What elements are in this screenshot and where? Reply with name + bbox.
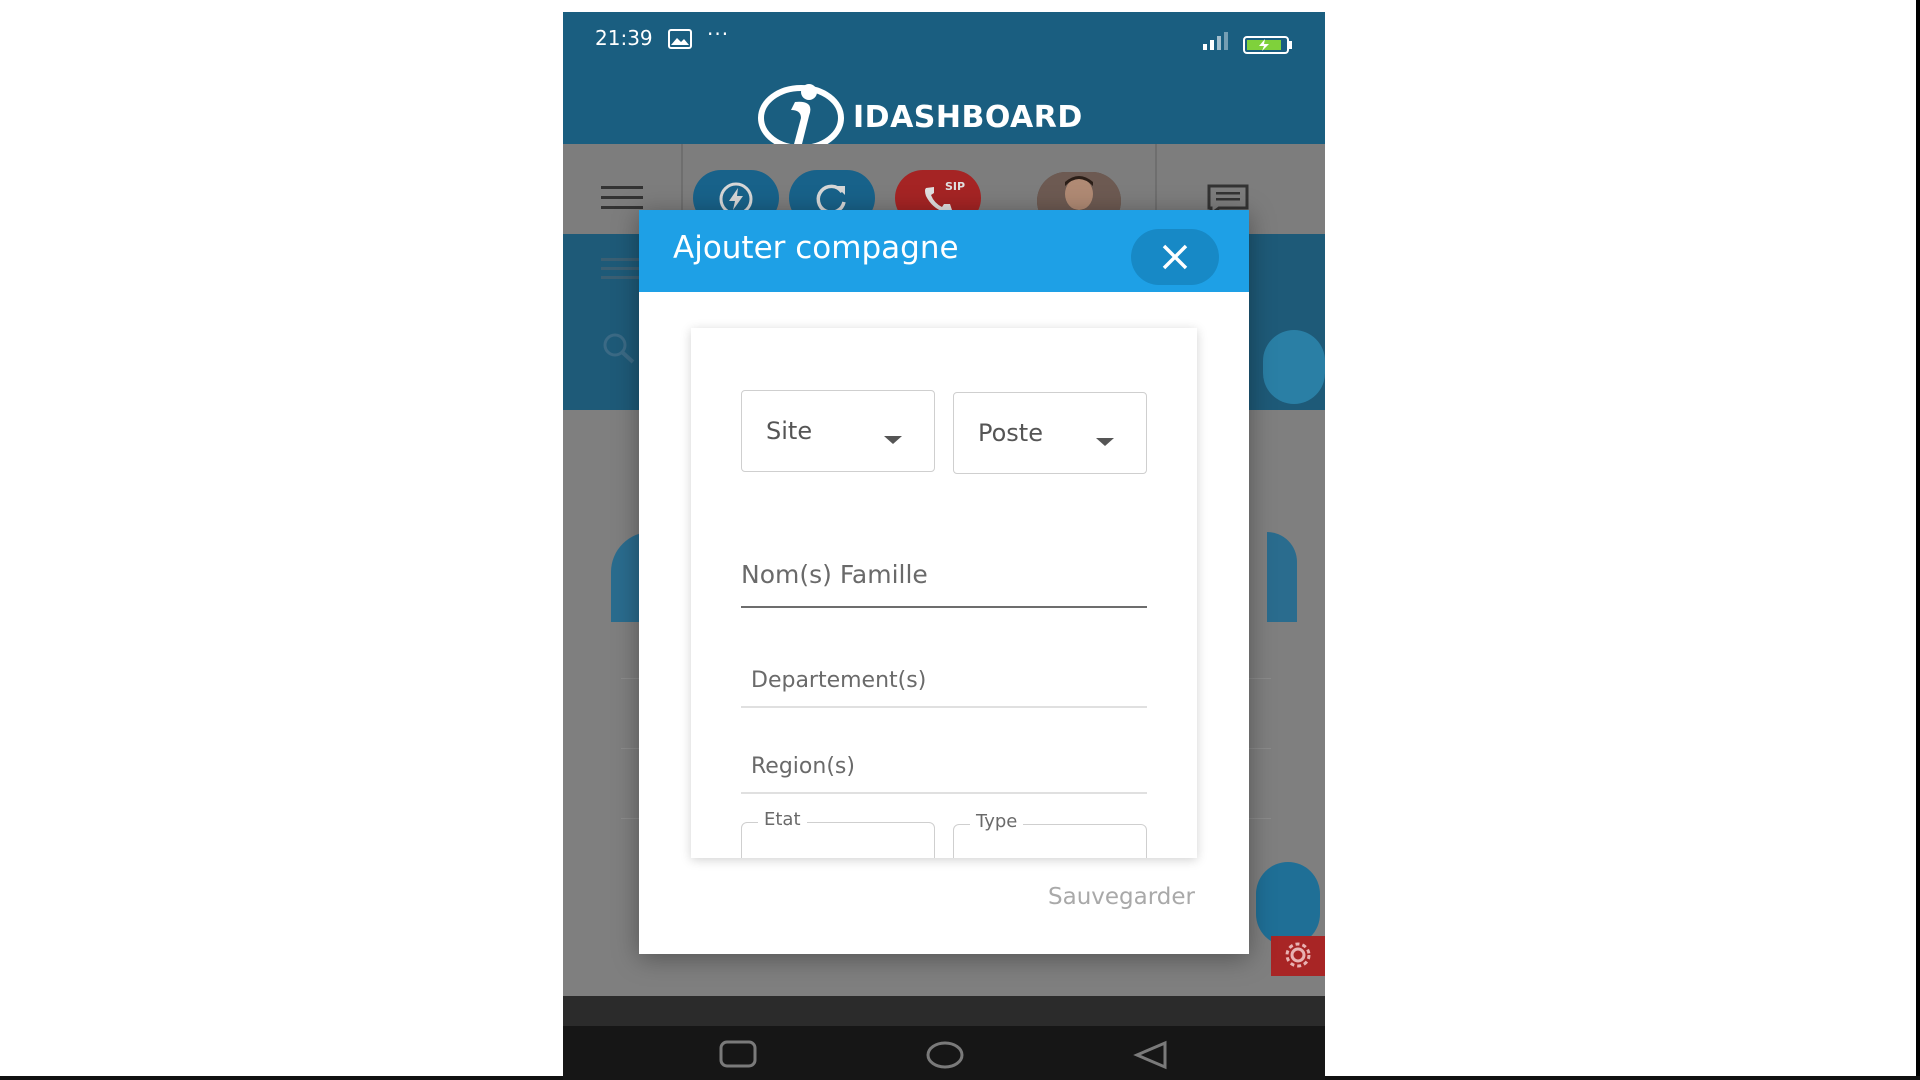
- famille-input[interactable]: Nom(s) Famille: [741, 538, 1147, 608]
- departement-placeholder: Departement(s): [751, 668, 927, 693]
- field-underline: [741, 792, 1147, 794]
- site-select[interactable]: Site: [741, 390, 935, 472]
- back-icon[interactable]: [1131, 1040, 1171, 1070]
- status-bar: 21:39 ···: [563, 12, 1325, 72]
- sip-label: SIP: [945, 180, 966, 193]
- status-time: 21:39: [595, 26, 653, 50]
- menu-icon[interactable]: [601, 186, 643, 214]
- region-placeholder: Region(s): [751, 754, 855, 779]
- field-underline: [741, 706, 1147, 708]
- battery-charging-icon: [1243, 36, 1293, 58]
- brand-name: IDASHBOARD: [853, 100, 1083, 135]
- poste-select[interactable]: Poste: [953, 392, 1147, 474]
- field-underline: [741, 606, 1147, 608]
- recents-icon[interactable]: [719, 1040, 759, 1070]
- dialog-header: Ajouter compagne: [639, 210, 1249, 292]
- poste-select-label: Poste: [978, 419, 1043, 447]
- type-select[interactable]: Type: [953, 811, 1147, 858]
- type-label: Type: [970, 811, 1024, 832]
- dialog-title: Ajouter compagne: [673, 230, 959, 266]
- close-icon: [1162, 244, 1188, 270]
- gear-icon: [1285, 942, 1311, 968]
- etat-select[interactable]: Etat: [741, 809, 935, 858]
- signal-icon: [1201, 32, 1231, 56]
- settings-button[interactable]: [1271, 936, 1325, 976]
- chevron-down-icon: [1094, 433, 1116, 452]
- region-input[interactable]: Region(s): [741, 736, 1147, 796]
- search-icon[interactable]: [601, 332, 641, 370]
- menu-icon[interactable]: [601, 258, 641, 284]
- image-icon: [668, 29, 692, 53]
- etat-label: Etat: [758, 809, 807, 830]
- more-dots: ···: [707, 22, 730, 46]
- page-edge: [1916, 0, 1920, 1080]
- home-icon[interactable]: [925, 1040, 965, 1070]
- footer-strip: [563, 996, 1325, 1026]
- departement-input[interactable]: Departement(s): [741, 650, 1147, 710]
- site-select-label: Site: [766, 417, 813, 445]
- card-edge: [1267, 532, 1297, 622]
- floating-action-button[interactable]: [1256, 862, 1320, 946]
- save-button[interactable]: Sauvegarder: [995, 876, 1195, 918]
- form-card: Site Poste Nom(s) Famille Departement(s)…: [691, 328, 1197, 858]
- famille-placeholder: Nom(s) Famille: [741, 560, 928, 589]
- add-campaign-dialog: Ajouter compagne Site Poste Nom(s) Famil…: [639, 210, 1249, 954]
- close-button[interactable]: [1131, 229, 1219, 285]
- system-nav-bar: [563, 1026, 1325, 1080]
- banner-circle: [1263, 330, 1325, 404]
- chevron-down-icon: [882, 431, 904, 450]
